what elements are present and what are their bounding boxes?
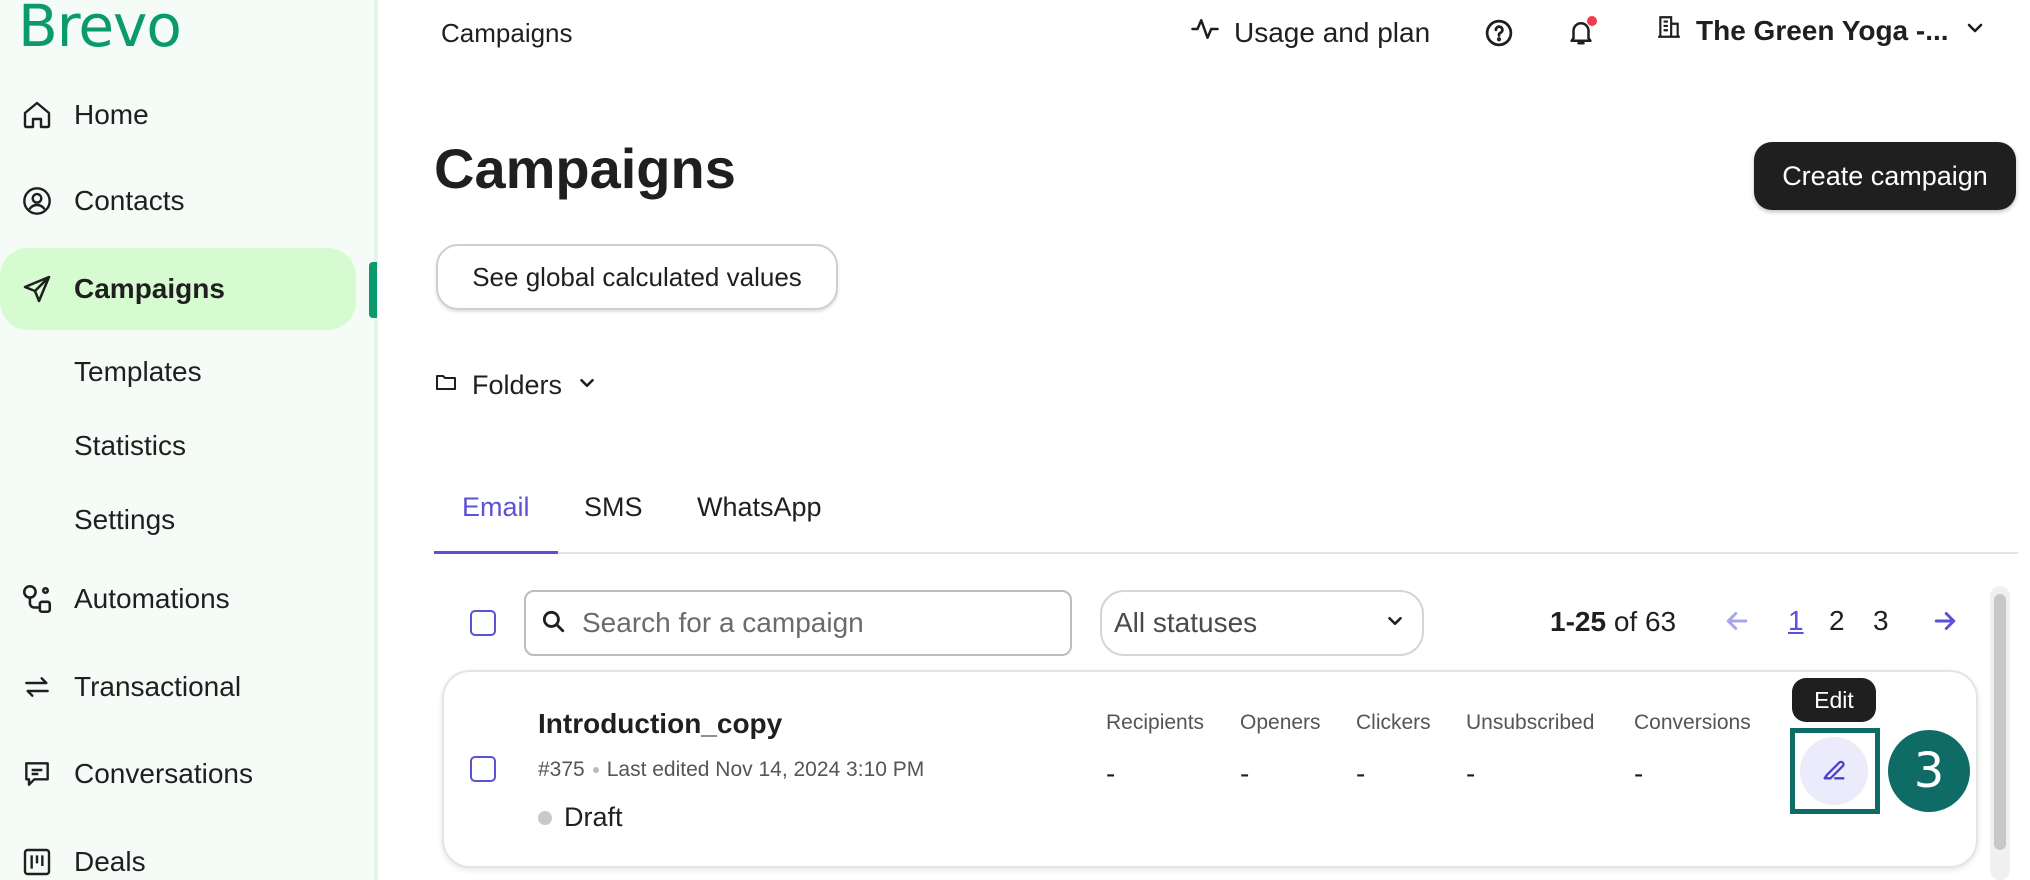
page-title: Campaigns xyxy=(434,137,736,200)
sidebar-item-label: Automations xyxy=(74,583,230,614)
sidebar-subitem-templates[interactable]: Templates xyxy=(74,356,202,388)
help-icon[interactable] xyxy=(1484,18,1514,53)
separator-dot xyxy=(592,767,599,773)
scrollbar-thumb[interactable] xyxy=(1994,594,2006,850)
sidebar-item-home[interactable]: Home xyxy=(0,74,356,156)
deals-icon xyxy=(20,845,54,879)
sidebar-item-label: Campaigns xyxy=(74,273,225,304)
tab-whatsapp[interactable]: WhatsApp xyxy=(697,492,822,523)
sidebar-item-deals[interactable]: Deals xyxy=(0,821,356,880)
campaign-meta: #375 Last edited Nov 14, 2024 3:10 PM xyxy=(538,758,924,782)
arrow-right-icon[interactable] xyxy=(1930,606,1960,641)
pencil-icon xyxy=(1820,755,1848,788)
folders-dropdown[interactable]: Folders xyxy=(434,370,598,401)
sidebar-item-label: Transactional xyxy=(74,671,242,702)
campaign-last-edited: Last edited Nov 14, 2024 3:10 PM xyxy=(606,758,925,781)
metric-value-recipients: - xyxy=(1106,758,1116,789)
breadcrumb: Campaigns xyxy=(441,18,573,48)
usage-label: Usage and plan xyxy=(1234,16,1431,48)
chevron-down-icon xyxy=(576,370,598,401)
search-icon xyxy=(540,608,566,639)
page-link-1[interactable]: 1 xyxy=(1788,605,1804,637)
home-icon xyxy=(20,98,54,132)
metric-header-clickers: Clickers xyxy=(1356,711,1431,734)
sidebar-item-contacts[interactable]: Contacts xyxy=(0,160,356,242)
step-number-badge: 3 xyxy=(1888,730,1970,812)
status-label: Draft xyxy=(564,802,623,832)
sidebar-item-label: Conversations xyxy=(74,758,253,789)
sidebar-subitem-statistics[interactable]: Statistics xyxy=(74,430,186,462)
search-input[interactable] xyxy=(582,607,1052,639)
sidebar-item-transactional[interactable]: Transactional xyxy=(0,646,356,728)
arrow-left-icon[interactable] xyxy=(1722,606,1752,641)
sidebar-item-label: Deals xyxy=(74,846,146,877)
status-filter-select[interactable]: All statuses xyxy=(1100,590,1424,656)
sidebar-item-label: Home xyxy=(74,99,149,130)
notification-badge xyxy=(1587,16,1597,26)
sidebar-item-automations[interactable]: Automations xyxy=(0,558,356,640)
campaign-name[interactable]: Introduction_copy xyxy=(538,708,782,740)
send-icon xyxy=(20,272,54,306)
create-campaign-button[interactable]: Create campaign xyxy=(1754,142,2016,210)
metric-header-conversions: Conversions xyxy=(1634,711,1751,734)
pagination-count: 1-25 of 63 xyxy=(1550,606,1676,638)
sidebar-item-conversations[interactable]: Conversations xyxy=(0,733,356,815)
sidebar-item-label: Contacts xyxy=(74,185,185,216)
metric-header-unsubscribed: Unsubscribed xyxy=(1466,711,1595,734)
metric-value-unsubscribed: - xyxy=(1466,758,1476,789)
tab-email[interactable]: Email xyxy=(462,492,530,523)
campaign-status: Draft xyxy=(538,802,623,833)
global-values-button[interactable]: See global calculated values xyxy=(436,244,838,310)
account-name: The Green Yoga -... xyxy=(1696,14,1949,46)
tab-sms[interactable]: SMS xyxy=(584,492,643,523)
active-tab-indicator xyxy=(434,551,558,554)
folders-label: Folders xyxy=(472,370,563,400)
metric-value-clickers: - xyxy=(1356,758,1366,789)
metric-header-recipients: Recipients xyxy=(1106,711,1205,734)
conversations-icon xyxy=(20,757,54,791)
status-filter-value: All statuses xyxy=(1114,607,1258,638)
folder-icon xyxy=(434,370,458,401)
transactional-icon xyxy=(20,670,54,704)
select-all-checkbox[interactable] xyxy=(470,610,496,636)
chevron-down-icon xyxy=(1384,607,1406,639)
row-checkbox[interactable] xyxy=(470,756,496,782)
building-icon xyxy=(1656,14,1682,47)
usage-and-plan-link[interactable]: Usage and plan xyxy=(1190,14,1430,51)
list-scrollbar[interactable] xyxy=(1990,586,2010,880)
channel-tabs: Email SMS WhatsApp xyxy=(434,478,2018,554)
search-field[interactable] xyxy=(524,590,1072,656)
edit-button[interactable] xyxy=(1800,737,1868,805)
sidebar-subitem-settings[interactable]: Settings xyxy=(74,504,175,536)
page-link-2[interactable]: 2 xyxy=(1829,605,1845,637)
pagination-total: of 63 xyxy=(1613,606,1677,637)
pagination-range: 1-25 xyxy=(1550,606,1607,637)
contacts-icon xyxy=(20,184,54,218)
metric-header-openers: Openers xyxy=(1240,711,1321,734)
status-dot xyxy=(538,810,552,825)
metric-value-conversions: - xyxy=(1634,758,1644,789)
activity-icon xyxy=(1190,14,1220,51)
metric-value-openers: - xyxy=(1240,758,1250,789)
automations-icon xyxy=(20,582,54,616)
edit-tooltip: Edit xyxy=(1792,678,1876,722)
account-switcher[interactable]: The Green Yoga -... xyxy=(1656,14,1987,47)
page-link-3[interactable]: 3 xyxy=(1873,605,1889,637)
campaign-id: #375 xyxy=(538,758,585,781)
chevron-down-icon xyxy=(1963,15,1987,47)
sidebar-item-campaigns[interactable]: Campaigns xyxy=(0,248,356,330)
brevo-logo[interactable]: Brevo xyxy=(18,0,182,55)
sidebar: Brevo Home Contacts Campaigns Templates … xyxy=(0,0,378,880)
active-indicator xyxy=(369,262,377,318)
